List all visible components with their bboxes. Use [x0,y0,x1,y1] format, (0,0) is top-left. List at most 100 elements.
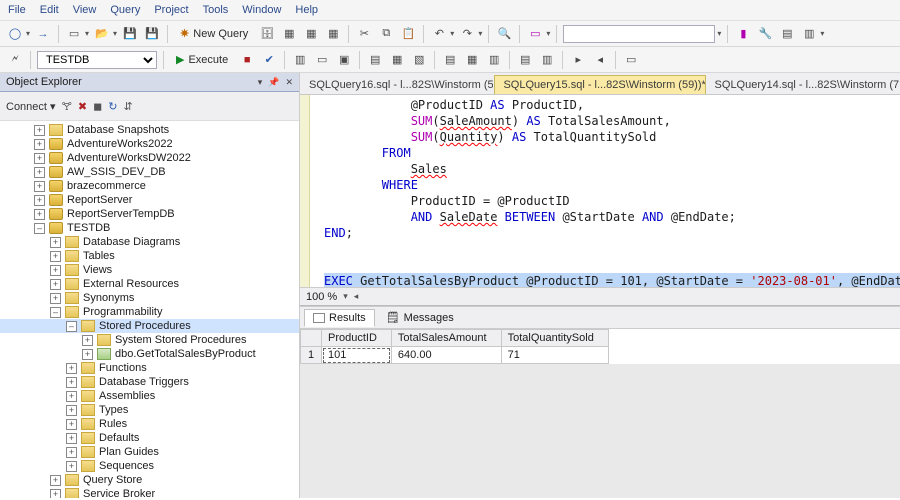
paste-icon[interactable]: 📋 [399,25,417,43]
editor-tab[interactable]: SQLQuery14.sql - l...82S\Winstorm (74)) [706,75,900,94]
dmx-query-icon[interactable]: ▦ [302,25,320,43]
db-engine-query-icon[interactable]: 🗄 [258,25,276,43]
tree-node-stored-procedures[interactable]: –Stored Procedures [0,319,299,333]
tree-node-db[interactable]: +AdventureWorks2022 [0,137,299,151]
cell[interactable]: 71 [501,347,608,364]
tree-node-db[interactable]: +brazecommerce [0,179,299,193]
dropdown-caret-icon[interactable]: ▾ [450,29,454,38]
tree-node-database-snapshots[interactable]: +Database Snapshots [0,123,299,137]
menu-query[interactable]: Query [110,4,140,16]
comment-icon[interactable]: ▤ [516,51,534,69]
include-actual-plan-icon[interactable]: ▤ [366,51,384,69]
menu-tools[interactable]: Tools [203,4,229,16]
messages-tab[interactable]: 🗒 Messages [377,308,463,327]
undo-icon[interactable]: ↶ [430,25,448,43]
editor-tab[interactable]: SQLQuery16.sql - l...82S\Winstorm (58)) [300,75,494,94]
copy-icon[interactable]: ⧉ [377,25,395,43]
dropdown-caret-icon[interactable]: ▾ [85,29,89,38]
dropdown-caret-icon[interactable]: ▾ [546,29,550,38]
dropdown-caret-icon[interactable]: ▾ [113,29,117,38]
results-to-grid-icon[interactable]: ▦ [463,51,481,69]
disconnect-icon[interactable]: ✖ [78,100,87,113]
results-tab[interactable]: Results [304,309,375,327]
row-number[interactable]: 1 [301,347,322,364]
tree-node-folder[interactable]: +Views [0,263,299,277]
outdent-icon[interactable]: ◂ [591,51,609,69]
activity-monitor-icon[interactable]: ▭ [526,25,544,43]
tree-node-folder[interactable]: +Defaults [0,431,299,445]
menu-project[interactable]: Project [154,4,188,16]
object-explorer-tree[interactable]: +Database Snapshots +AdventureWorks2022 … [0,121,299,498]
tree-node-folder[interactable]: +External Resources [0,277,299,291]
display-plan-icon[interactable]: ▥ [291,51,309,69]
col-header[interactable]: ProductID [322,330,392,347]
editor-content[interactable]: @ProductID AS ProductID, SUM(SaleAmount)… [310,95,900,287]
database-selector[interactable]: TESTDB [37,51,157,69]
dropdown-caret-icon[interactable]: ▾ [26,29,30,38]
registered-servers-icon[interactable]: ▮ [734,25,752,43]
refresh-icon[interactable]: ↻ [108,100,117,113]
zoom-level[interactable]: 100 % [306,291,337,303]
col-header[interactable]: TotalQuantitySold [501,330,608,347]
tree-node-folder[interactable]: +Service Broker [0,487,299,498]
dropdown-caret-icon[interactable]: ▾ [717,29,721,38]
sync-icon[interactable]: ⇵ [123,100,132,113]
close-icon[interactable]: ✕ [285,77,293,88]
menu-view[interactable]: View [73,4,97,16]
results-to-file-icon[interactable]: ▥ [485,51,503,69]
connect-button[interactable]: Connect ▾ [6,100,56,113]
menu-file[interactable]: File [8,4,26,16]
tree-node-folder[interactable]: +Database Diagrams [0,235,299,249]
tree-node-folder[interactable]: +Database Triggers [0,375,299,389]
save-icon[interactable]: 💾 [121,25,139,43]
tree-node-folder[interactable]: +Plan Guides [0,445,299,459]
results-to-text-icon[interactable]: ▤ [441,51,459,69]
results-grid[interactable]: ProductID TotalSalesAmount TotalQuantity… [300,328,900,364]
cell[interactable]: 640.00 [391,347,501,364]
tool-icon[interactable]: 🔧 [756,25,774,43]
tree-node-folder[interactable]: +Rules [0,417,299,431]
dropdown-caret-icon[interactable]: ▾ [820,29,824,38]
new-item-icon[interactable]: ▭ [65,25,83,43]
parse-icon[interactable]: ✔ [260,51,278,69]
cut-icon[interactable]: ✂ [355,25,373,43]
scroll-left-icon[interactable]: ◂ [354,291,359,302]
indent-icon[interactable]: ▸ [569,51,587,69]
tree-node-folder[interactable]: +Tables [0,249,299,263]
stop-icon[interactable]: ◼ [93,100,102,113]
pin-icon[interactable]: 📌 [268,77,279,88]
sql-editor[interactable]: @ProductID AS ProductID, SUM(SaleAmount)… [300,95,900,287]
client-stats-icon[interactable]: ▧ [410,51,428,69]
xmla-query-icon[interactable]: ▦ [324,25,342,43]
stop-icon[interactable]: ■ [238,51,256,69]
specify-values-icon[interactable]: ▭ [622,51,640,69]
tree-node-programmability[interactable]: –Programmability [0,305,299,319]
tree-node-folder[interactable]: +Types [0,403,299,417]
editor-tab-active[interactable]: SQLQuery15.sql - l...82S\Winstorm (59))*… [494,75,705,94]
nav-back-icon[interactable]: ◯ [6,25,24,43]
dropdown-caret-icon[interactable]: ▾ [478,29,482,38]
change-connection-icon[interactable]: 🗲 [6,51,24,69]
filter-icon[interactable]: 🝖 [62,95,72,117]
menu-window[interactable]: Window [242,4,281,16]
dropdown-caret-icon[interactable]: ▾ [343,291,348,302]
save-all-icon[interactable]: 💾 [143,25,161,43]
tree-node-system-sps[interactable]: +System Stored Procedures [0,333,299,347]
live-stats-icon[interactable]: ▦ [388,51,406,69]
menu-edit[interactable]: Edit [40,4,59,16]
intellisense-icon[interactable]: ▣ [335,51,353,69]
tree-node-sp-item[interactable]: +dbo.GetTotalSalesByProduct [0,347,299,361]
tree-node-folder[interactable]: +Query Store [0,473,299,487]
find-icon[interactable]: 🔍 [495,25,513,43]
tree-node-folder[interactable]: +Synonyms [0,291,299,305]
redo-icon[interactable]: ↷ [458,25,476,43]
nav-fwd-icon[interactable]: → [34,25,52,43]
tree-node-db[interactable]: +ReportServerTempDB [0,207,299,221]
menu-help[interactable]: Help [295,4,318,16]
tree-node-db[interactable]: +AW_SSIS_DEV_DB [0,165,299,179]
mdx-query-icon[interactable]: ▦ [280,25,298,43]
open-icon[interactable]: 📂 [93,25,111,43]
execute-button[interactable]: ▶ Execute [170,52,234,67]
tree-node-db[interactable]: +ReportServer [0,193,299,207]
quick-launch-input[interactable] [563,25,715,43]
